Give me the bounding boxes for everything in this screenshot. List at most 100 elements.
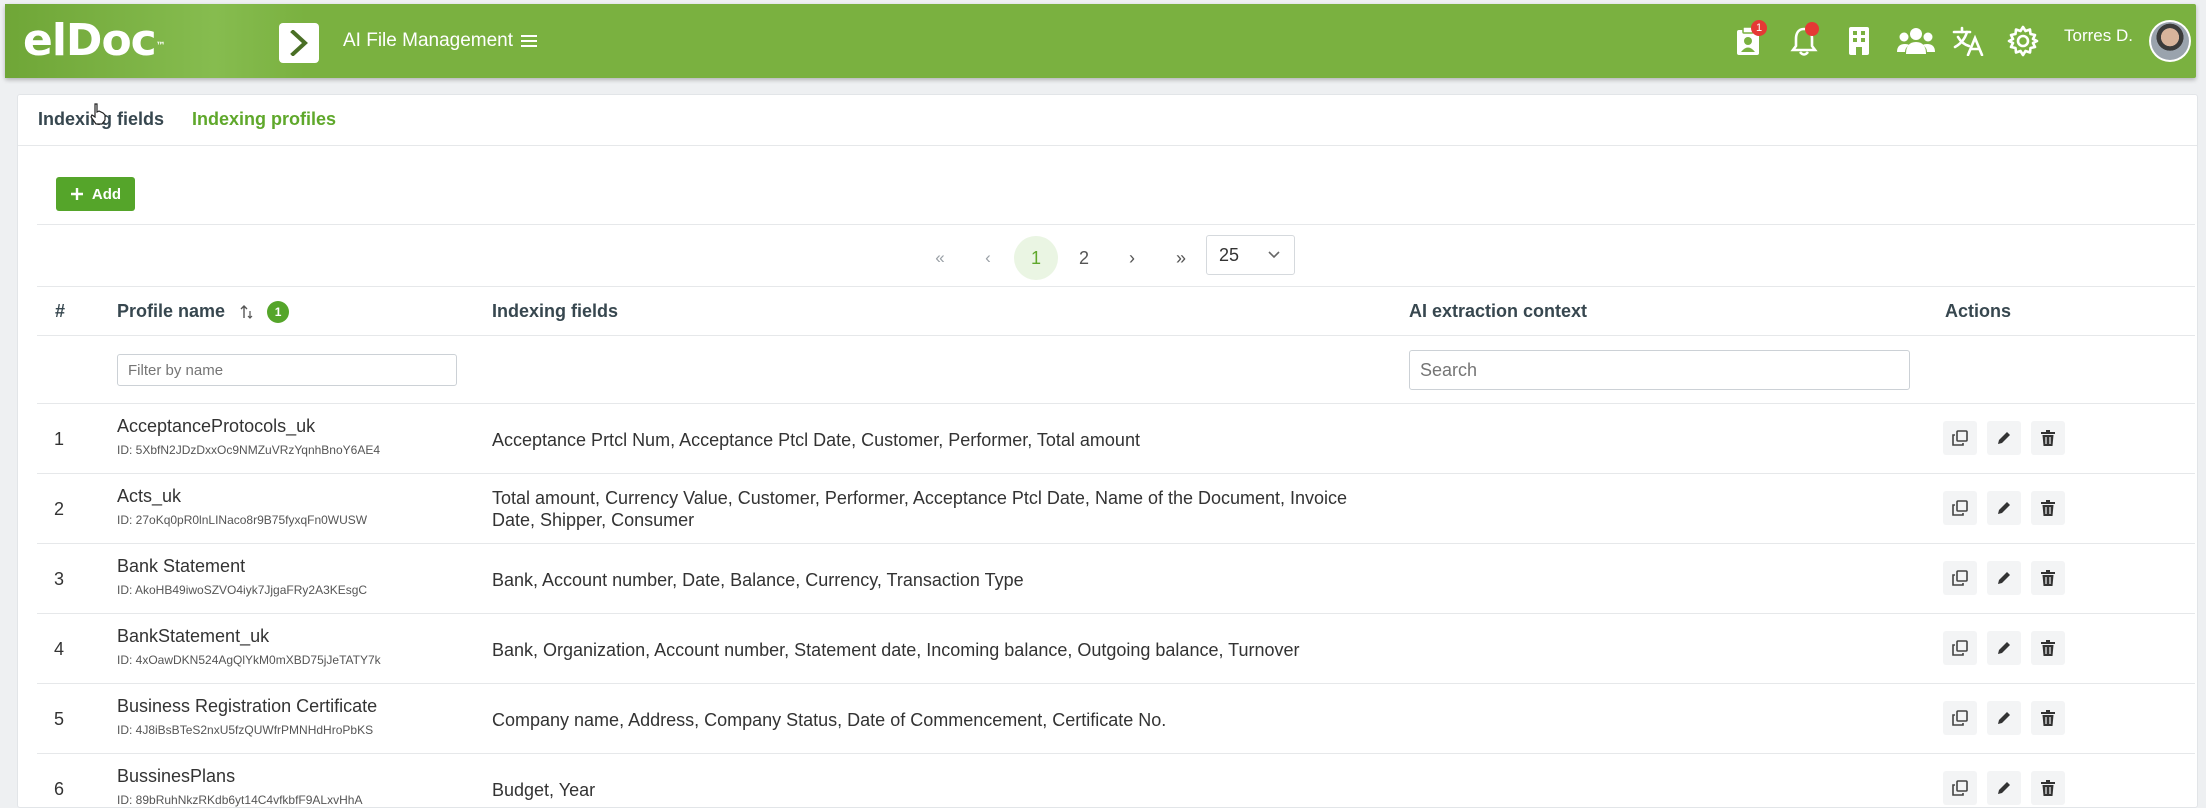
- edit-button[interactable]: [1987, 771, 2021, 805]
- page-1-button[interactable]: 1: [1014, 236, 1058, 280]
- filter-by-name-input[interactable]: [117, 354, 457, 386]
- copy-button[interactable]: [1943, 701, 1977, 735]
- profile-id: ID: 5XbfN2JDzDxxOc9NMZuVRzYqnhBnoY6AE4: [117, 443, 381, 457]
- copy-button[interactable]: [1943, 771, 1977, 805]
- notifications-button[interactable]: [1787, 22, 1821, 58]
- edit-button[interactable]: [1987, 631, 2021, 665]
- edit-icon: [1998, 502, 2010, 514]
- divider: [37, 224, 2195, 225]
- indexing-fields-list: Budget, Year: [492, 780, 596, 800]
- delete-icon: [2041, 780, 2055, 796]
- divider: [37, 543, 2195, 544]
- plus-icon: [70, 188, 83, 200]
- profile-name[interactable]: BussinesPlans: [117, 766, 235, 787]
- profile-id: ID: 4xOawDKN524AgQlYkM0mXBD75jJeTATY7k: [117, 653, 381, 667]
- translate-icon: [1952, 26, 1984, 56]
- copy-button[interactable]: [1943, 491, 1977, 525]
- pagination: « ‹ 1 2 › »: [18, 236, 2197, 280]
- indexing-fields-list: Acceptance Prtcl Num, Acceptance Ptcl Da…: [492, 430, 1140, 450]
- row-number: 6: [54, 779, 65, 799]
- per-page-select[interactable]: 25: [1206, 235, 1295, 275]
- first-page-button[interactable]: «: [918, 236, 962, 280]
- users-button[interactable]: [1896, 24, 1936, 58]
- organization-button[interactable]: [1842, 24, 1876, 58]
- divider: [37, 286, 2195, 287]
- edit-button[interactable]: [1987, 491, 2021, 525]
- delete-button[interactable]: [2031, 421, 2065, 455]
- top-header: elDoc™ AI File Management 1 Torres D.: [5, 4, 2196, 78]
- row-number: 2: [54, 499, 65, 519]
- user-name[interactable]: Torres D.: [2064, 26, 2133, 46]
- col-header-num: #: [55, 301, 66, 321]
- delete-button[interactable]: [2031, 561, 2065, 595]
- profile-id: ID: AkoHB49iwoSZVO4iyk7JjgaFRy2A3KEsgC: [117, 583, 368, 597]
- indexing-fields-list: Bank, Account number, Date, Balance, Cur…: [492, 570, 1024, 590]
- profile-name[interactable]: Bank Statement: [117, 556, 245, 577]
- sort-icon[interactable]: [240, 305, 254, 320]
- copy-icon: [1952, 710, 1968, 726]
- edit-button[interactable]: [1987, 561, 2021, 595]
- add-profile-button[interactable]: Add: [56, 177, 135, 211]
- copy-icon: [1952, 570, 1968, 586]
- user-avatar[interactable]: [2149, 20, 2191, 62]
- row-number: 3: [54, 569, 65, 589]
- tasks-button[interactable]: 1: [1731, 20, 1767, 58]
- delete-button[interactable]: [2031, 701, 2065, 735]
- copy-icon: [1952, 640, 1968, 656]
- language-button[interactable]: [1951, 24, 1985, 58]
- hamburger-icon: [521, 35, 538, 47]
- last-page-button[interactable]: »: [1159, 236, 1203, 280]
- content-card: Indexing fields Indexing profiles Add « …: [17, 94, 2198, 808]
- edit-icon: [1998, 642, 2010, 654]
- col-header-ai-context: AI extraction context: [1409, 301, 1588, 321]
- chevron-right-icon: [290, 30, 308, 56]
- profile-name[interactable]: BankStatement_uk: [117, 626, 269, 647]
- profile-name[interactable]: Business Registration Certificate: [117, 696, 377, 717]
- divider: [37, 335, 2195, 336]
- sort-order-badge: 1: [267, 301, 290, 324]
- tasks-badge: 1: [1751, 20, 1767, 36]
- profile-id: ID: 27oKq0pR0lnLINaco8r9B75fyxqFn0WUSW: [117, 513, 368, 527]
- next-page-button[interactable]: ›: [1110, 236, 1154, 280]
- sidebar-toggle-button[interactable]: [279, 23, 319, 63]
- tab-indexing-profiles[interactable]: Indexing profiles: [192, 109, 336, 130]
- row-number: 1: [54, 429, 65, 449]
- col-header-profile-name[interactable]: Profile name 1: [117, 301, 290, 324]
- copy-icon: [1952, 780, 1968, 796]
- delete-icon: [2041, 430, 2055, 446]
- row-number: 4: [54, 639, 65, 659]
- hand-cursor-icon: [90, 103, 106, 125]
- edit-icon: [1998, 712, 2010, 724]
- copy-button[interactable]: [1943, 421, 1977, 455]
- divider: [37, 473, 2195, 474]
- copy-button[interactable]: [1943, 561, 1977, 595]
- profile-id: ID: 89bRuhNkzRKdb6yt14C4vfkbfF9ALxvHhA: [117, 793, 363, 807]
- app-menu-button[interactable]: AI File Management: [343, 28, 538, 54]
- settings-button[interactable]: [2006, 24, 2040, 58]
- context-search-input[interactable]: [1409, 350, 1910, 390]
- prev-page-button[interactable]: ‹: [966, 236, 1010, 280]
- delete-button[interactable]: [2031, 631, 2065, 665]
- delete-icon: [2041, 570, 2055, 586]
- delete-icon: [2041, 640, 2055, 656]
- app-logo[interactable]: elDoc™: [23, 16, 166, 66]
- brand-area: elDoc™: [5, 4, 305, 78]
- profile-id: ID: 4J8iBsBTeS2nxU5fzQUWfrPMNHdHroPbKS: [117, 723, 374, 737]
- col-header-actions: Actions: [1945, 301, 2012, 321]
- divider: [37, 403, 2195, 404]
- profile-name[interactable]: AcceptanceProtocols_uk: [117, 416, 315, 437]
- delete-icon: [2041, 710, 2055, 726]
- divider: [37, 613, 2195, 614]
- edit-button[interactable]: [1987, 421, 2021, 455]
- copy-button[interactable]: [1943, 631, 1977, 665]
- edit-button[interactable]: [1987, 701, 2021, 735]
- notification-dot: [1805, 22, 1819, 36]
- edit-icon: [1998, 782, 2010, 794]
- profile-name[interactable]: Acts_uk: [117, 486, 181, 507]
- copy-icon: [1952, 430, 1968, 446]
- page-2-button[interactable]: 2: [1062, 236, 1106, 280]
- divider: [37, 683, 2195, 684]
- gear-icon: [2007, 25, 2039, 57]
- delete-button[interactable]: [2031, 491, 2065, 525]
- delete-button[interactable]: [2031, 771, 2065, 805]
